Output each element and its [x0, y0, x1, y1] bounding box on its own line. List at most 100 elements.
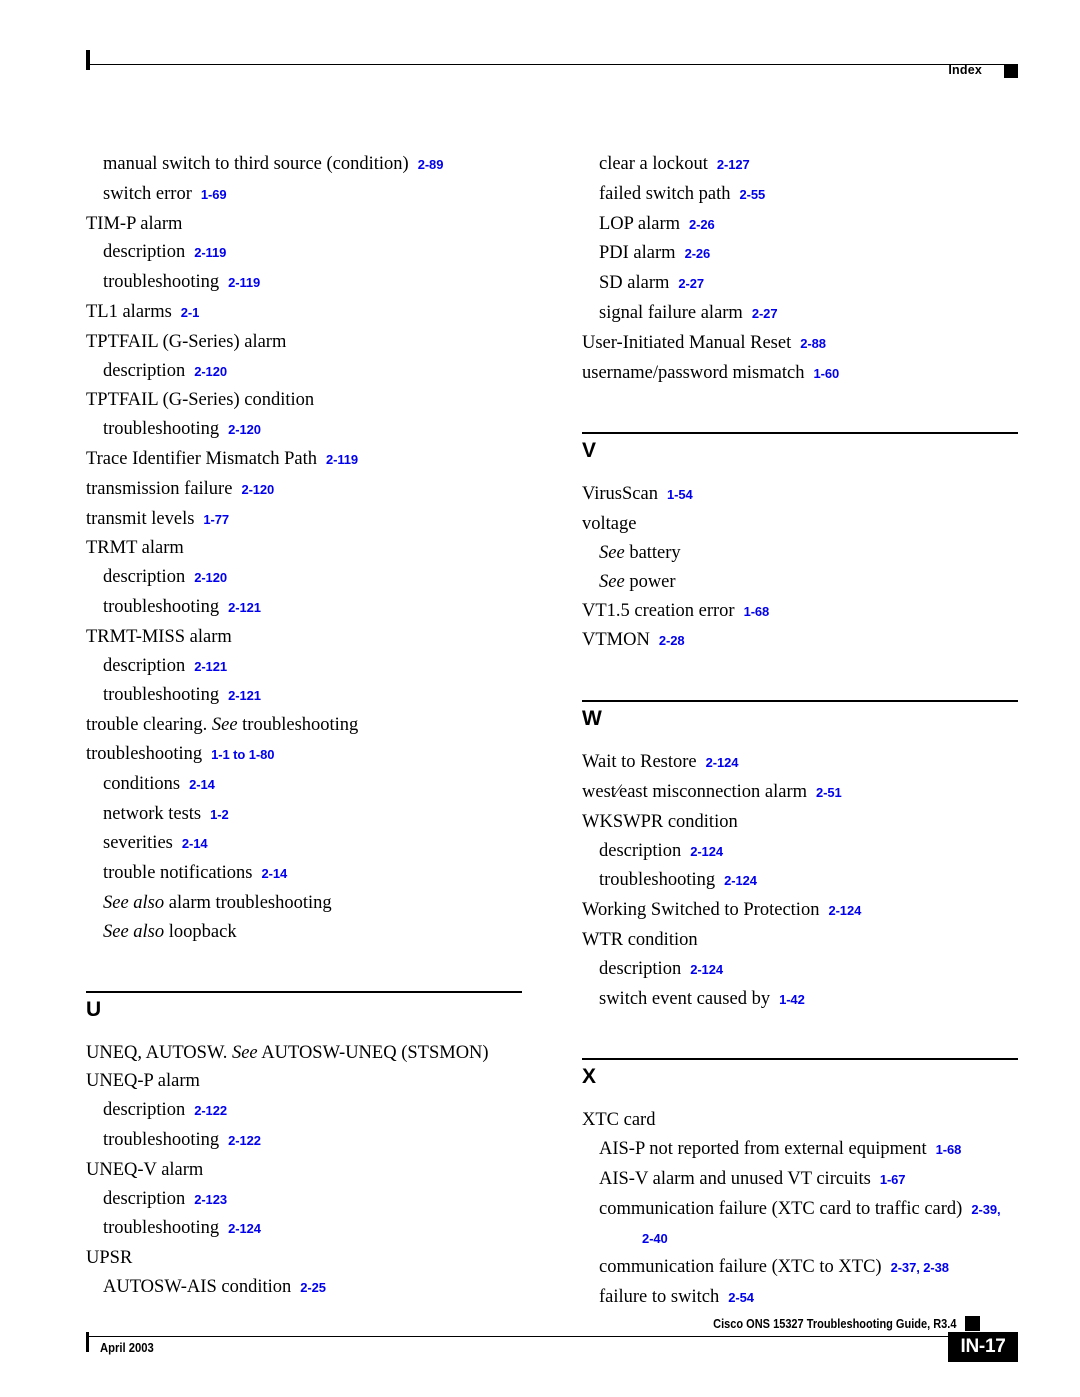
index-see-reference: See: [231, 1042, 258, 1063]
index-entry-term: description: [599, 840, 682, 861]
index-page-link[interactable]: 2-51: [816, 785, 842, 800]
index-entry-term: description: [599, 958, 682, 979]
index-entry-term: User-Initiated Manual Reset: [582, 332, 792, 353]
index-page-link[interactable]: 2-26: [689, 217, 715, 232]
index-page-link[interactable]: 2-27: [678, 276, 704, 291]
index-page-link[interactable]: 2-14: [182, 836, 208, 851]
index-page-link[interactable]: 1-77: [203, 512, 229, 527]
index-page-link[interactable]: 2-120: [228, 422, 261, 437]
index-page-link[interactable]: 2-89: [418, 157, 444, 172]
index-page-link[interactable]: 2-124: [690, 962, 723, 977]
index-entry-term: troubleshooting: [103, 1218, 220, 1239]
index-page-link[interactable]: 2-124: [690, 844, 723, 859]
index-page-link[interactable]: 2-127: [717, 157, 750, 172]
index-page-link[interactable]: 2-14: [262, 866, 288, 881]
index-page-link[interactable]: 1-60: [813, 366, 839, 381]
letter-section-u: U: [86, 990, 522, 1021]
index-page-link[interactable]: 2-88: [800, 336, 826, 351]
index-entry: AIS-P not reported from external equipme…: [582, 1135, 1018, 1165]
index-page-link[interactable]: 1-1 to 1-80: [211, 747, 274, 762]
index-entry-term: troubleshooting: [103, 596, 220, 617]
index-page-link[interactable]: 1-54: [667, 487, 693, 502]
index-entry: switch error 1-69: [86, 180, 522, 210]
index-page-link[interactable]: 2-1: [181, 305, 200, 320]
index-entry: VT1.5 creation error 1-68: [582, 597, 1018, 627]
index-entry-term: SD alarm: [599, 273, 670, 294]
index-page-link[interactable]: 2-120: [241, 482, 274, 497]
right-column: clear a lockout 2-127 failed switch path 2-…: [582, 150, 1018, 1313]
header-chapter-label: Index: [948, 63, 982, 77]
footer-guide-title: Cisco ONS 15327 Troubleshooting Guide, R…: [712, 1317, 956, 1331]
letter-divider-rule: [582, 700, 1018, 703]
index-page-link[interactable]: 2-122: [194, 1103, 227, 1118]
index-page-link[interactable]: 2-124: [724, 873, 757, 888]
index-page-link[interactable]: 2-120: [194, 570, 227, 585]
footer-tick-mark: [86, 1332, 89, 1352]
index-page-link[interactable]: 2-119: [194, 245, 226, 260]
index-page-link[interactable]: 1-69: [201, 187, 227, 202]
index-entry-term: description: [103, 360, 186, 381]
index-entry: Trace Identifier Mismatch Path 2-119: [86, 445, 522, 475]
index-page-link[interactable]: 1-68: [936, 1142, 962, 1157]
index-page-link[interactable]: 2-26: [685, 246, 711, 261]
index-page-link[interactable]: 2-14: [189, 777, 215, 792]
index-entry-term: clear a lockout: [599, 154, 708, 174]
index-entry: VTMON 2-28: [582, 626, 1018, 656]
index-page-link[interactable]: 2-121: [228, 688, 261, 703]
index-entry-term: TRMT-MISS alarm: [86, 626, 232, 647]
index-page-link[interactable]: 1-68: [744, 604, 770, 619]
index-entry: See also loopback: [86, 918, 522, 947]
index-entry: description 2-119: [86, 238, 522, 268]
index-entry-term: switch error: [103, 183, 192, 204]
page-footer: Cisco ONS 15327 Troubleshooting Guide, R…: [86, 1316, 1018, 1378]
index-page-link[interactable]: 2-37, 2-38: [891, 1260, 949, 1275]
index-entry-group: manual switch to third source (condition…: [86, 150, 522, 947]
index-page-link[interactable]: 2-28: [659, 633, 685, 648]
index-page-link[interactable]: 2-27: [752, 306, 778, 321]
index-entry-term: signal failure alarm: [599, 302, 743, 323]
index-page-link[interactable]: 2-122: [228, 1133, 261, 1148]
index-entry-term: troubleshooting: [86, 743, 203, 764]
index-page-link[interactable]: 1-2: [210, 807, 229, 822]
index-entry: trouble clearing. See troubleshooting: [86, 711, 522, 740]
index-page-link[interactable]: 2-119: [228, 275, 260, 290]
index-entry-term: failed switch path: [599, 183, 731, 204]
index-page-link[interactable]: 2-124: [828, 903, 861, 918]
index-page-link[interactable]: 2-54: [728, 1290, 754, 1305]
index-page-link[interactable]: 2-55: [740, 187, 766, 202]
index-entry: troubleshooting 2-121: [86, 593, 522, 623]
index-see-reference: See: [211, 715, 238, 736]
index-entry: transmit levels 1-77: [86, 505, 522, 535]
index-page-link[interactable]: 2-120: [194, 364, 227, 379]
index-page-link[interactable]: 2-124: [228, 1221, 261, 1236]
index-page-link[interactable]: 2-121: [228, 600, 261, 615]
index-entry: VirusScan 1-54: [582, 480, 1018, 510]
index-page-link[interactable]: 1-67: [880, 1172, 906, 1187]
index-entry-term: description: [103, 242, 186, 263]
index-page-link[interactable]: 2-25: [300, 1280, 326, 1295]
index-page-link[interactable]: 2-40: [608, 1225, 1018, 1254]
index-page-link[interactable]: 2-39,: [971, 1202, 1000, 1217]
index-entry-target: troubleshooting: [237, 715, 359, 736]
index-entry: TIM-P alarm: [86, 210, 522, 239]
index-entry-target: AUTOSW-UNEQ (STSMON): [257, 1042, 489, 1063]
index-entry: XTC card: [582, 1106, 1018, 1135]
index-entry-term: communication failure (XTC to XTC): [599, 1257, 882, 1278]
index-page-link[interactable]: 2-124: [706, 755, 739, 770]
index-page-link[interactable]: 2-121: [194, 659, 227, 674]
index-entry-term: west⁄east misconnection alarm: [582, 782, 808, 803]
index-entry: communication failure (XTC to XTC) 2-37, …: [582, 1253, 1018, 1283]
index-entry-term: VT1.5 creation error: [582, 600, 735, 621]
index-page-link[interactable]: 1-42: [779, 992, 805, 1007]
index-entry: troubleshooting 2-119: [86, 268, 522, 298]
letter-heading: V: [582, 439, 597, 463]
index-entry: description 2-120: [86, 357, 522, 387]
index-entry-term: description: [103, 567, 186, 588]
index-entry-group: UNEQ, AUTOSW. See AUTOSW-UNEQ (STSMON) UN…: [86, 1039, 522, 1303]
index-entry: See power: [582, 568, 1018, 597]
index-page-link[interactable]: 2-123: [194, 1192, 227, 1207]
index-page-link[interactable]: 2-119: [326, 452, 358, 467]
index-entry: Wait to Restore 2-124: [582, 748, 1018, 778]
letter-heading: W: [582, 707, 602, 731]
index-entry: See battery: [582, 539, 1018, 568]
